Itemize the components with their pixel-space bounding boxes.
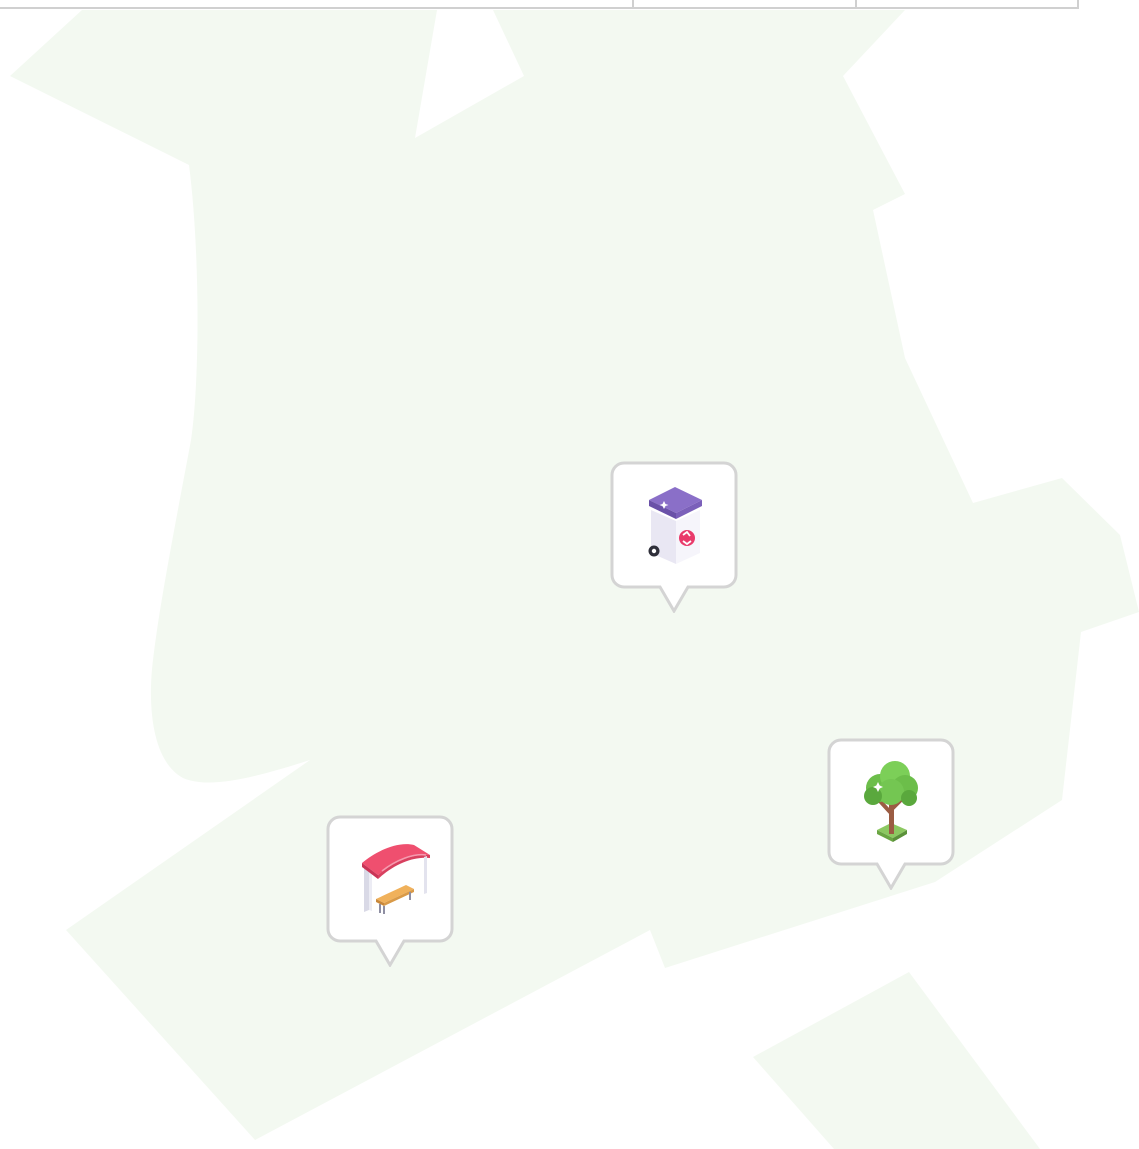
map-canvas[interactable] <box>0 0 1139 1149</box>
marker-pin-shape <box>326 815 454 967</box>
tree-marker[interactable] <box>827 738 955 890</box>
recycling-bin-marker[interactable] <box>610 461 738 613</box>
bus-shelter-marker[interactable] <box>326 815 454 967</box>
map-area-southeast <box>753 972 1040 1149</box>
recycling-bin-icon <box>648 487 702 564</box>
map-area-main <box>10 10 1139 1140</box>
map-area-region <box>10 10 1139 1149</box>
top-grid-fragment <box>0 0 1079 9</box>
